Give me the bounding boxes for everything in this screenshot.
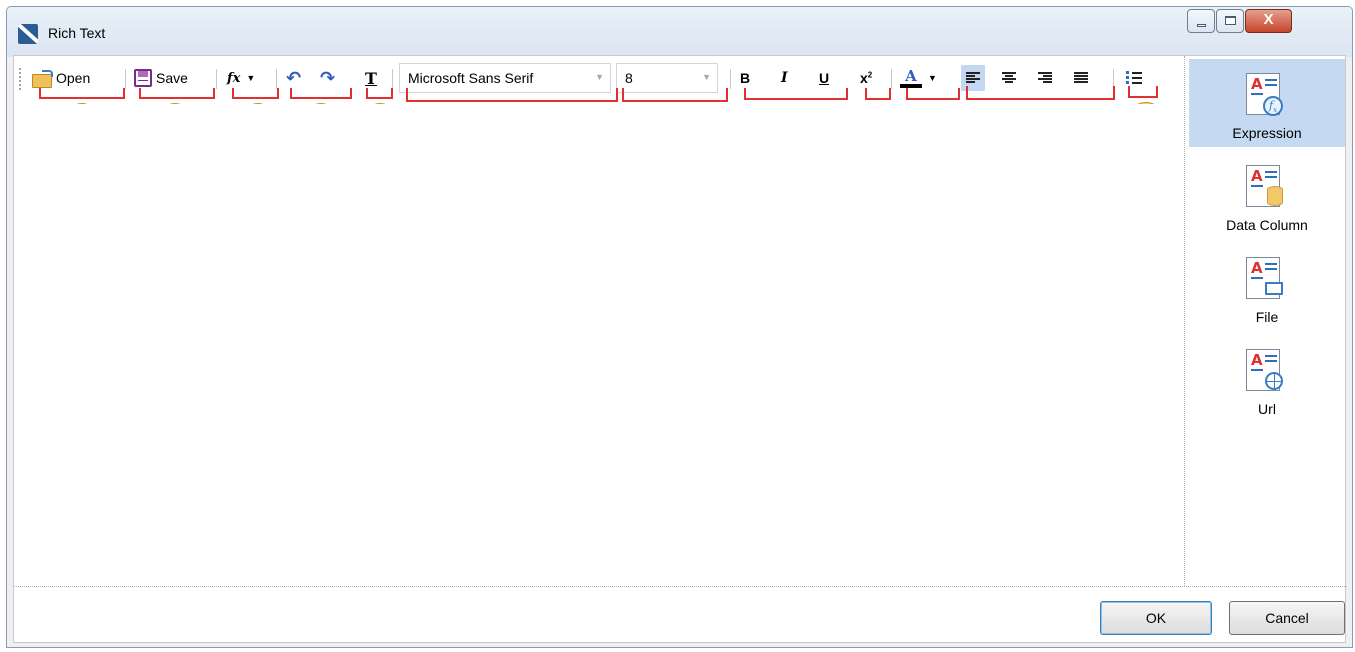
callout-bracket bbox=[406, 88, 618, 102]
text-format-icon: T bbox=[365, 68, 377, 88]
save-label: Save bbox=[156, 70, 188, 86]
title-bar: Rich Text X bbox=[7, 7, 1352, 57]
rich-text-dialog: Rich Text X Open Save fx ▼ ↶ ↷ T Microso… bbox=[6, 6, 1353, 648]
chevron-down-icon: ▼ bbox=[702, 72, 711, 82]
close-icon: X bbox=[1263, 11, 1274, 28]
client-area: Open Save fx ▼ ↶ ↷ T Microsoft Sans Seri… bbox=[13, 55, 1347, 643]
rich-text-editor[interactable] bbox=[14, 104, 1183, 634]
callout-bracket bbox=[1128, 86, 1158, 98]
separator bbox=[125, 69, 126, 89]
callout-bracket bbox=[906, 88, 960, 100]
separator bbox=[730, 69, 731, 89]
font-color-icon: A bbox=[900, 68, 922, 88]
side-item-file[interactable]: A File bbox=[1189, 243, 1345, 331]
toolbar-grip[interactable] bbox=[18, 67, 22, 91]
font-name-value: Microsoft Sans Serif bbox=[408, 70, 534, 86]
editor-bottom-border bbox=[14, 586, 1347, 587]
maximize-button[interactable] bbox=[1216, 9, 1244, 33]
align-justify-icon bbox=[1074, 72, 1088, 84]
callout-bracket bbox=[622, 88, 728, 102]
separator bbox=[216, 69, 217, 89]
data-column-icon: A bbox=[1246, 165, 1283, 207]
redo-icon: ↷ bbox=[320, 67, 336, 89]
callout-bracket bbox=[232, 88, 279, 99]
function-icon: fx bbox=[227, 70, 241, 86]
align-left-icon bbox=[966, 72, 980, 84]
separator bbox=[891, 69, 892, 89]
callout-bracket bbox=[139, 88, 215, 99]
chevron-down-icon: ▼ bbox=[246, 73, 256, 83]
open-label: Open bbox=[56, 70, 91, 86]
font-size-value: 8 bbox=[625, 70, 633, 86]
chevron-down-icon: ▼ bbox=[595, 72, 604, 82]
align-center-icon bbox=[1002, 72, 1016, 84]
app-icon bbox=[18, 24, 38, 44]
folder-open-icon bbox=[32, 70, 53, 88]
callout-bracket bbox=[366, 88, 393, 99]
italic-icon: I bbox=[781, 70, 788, 86]
side-item-label: Url bbox=[1258, 401, 1276, 417]
bullet-list-icon bbox=[1126, 71, 1142, 85]
side-item-label: Expression bbox=[1232, 125, 1302, 141]
panel-divider bbox=[1184, 56, 1185, 586]
align-right-icon bbox=[1038, 72, 1052, 84]
side-item-label: Data Column bbox=[1226, 217, 1308, 233]
callout-bracket bbox=[966, 86, 1115, 100]
bold-icon: B bbox=[740, 70, 751, 86]
side-item-expression[interactable]: A fx Expression bbox=[1189, 59, 1345, 147]
ok-button[interactable]: OK bbox=[1100, 601, 1212, 635]
window-title: Rich Text bbox=[48, 25, 106, 41]
file-icon: A bbox=[1246, 257, 1283, 299]
side-item-data-column[interactable]: A Data Column bbox=[1189, 151, 1345, 239]
minimize-button[interactable] bbox=[1187, 9, 1215, 33]
separator bbox=[392, 69, 393, 89]
undo-icon: ↶ bbox=[286, 67, 302, 89]
expression-icon: A fx bbox=[1246, 73, 1283, 116]
separator bbox=[276, 69, 277, 89]
minimize-icon bbox=[1197, 24, 1206, 27]
close-button[interactable]: X bbox=[1245, 9, 1292, 33]
side-item-url[interactable]: A Url bbox=[1189, 335, 1345, 423]
side-item-label: File bbox=[1255, 309, 1279, 325]
callout-bracket bbox=[865, 88, 891, 100]
url-icon: A bbox=[1246, 349, 1283, 391]
cancel-button[interactable]: Cancel bbox=[1229, 601, 1345, 635]
maximize-icon bbox=[1225, 16, 1236, 25]
callout-bracket bbox=[39, 88, 125, 99]
underline-icon: U bbox=[819, 70, 830, 86]
superscript-icon: x2 bbox=[860, 70, 873, 86]
callout-bracket bbox=[290, 88, 352, 99]
floppy-disk-icon bbox=[134, 69, 152, 87]
chevron-down-icon: ▼ bbox=[928, 73, 937, 83]
callout-bracket bbox=[744, 88, 848, 100]
